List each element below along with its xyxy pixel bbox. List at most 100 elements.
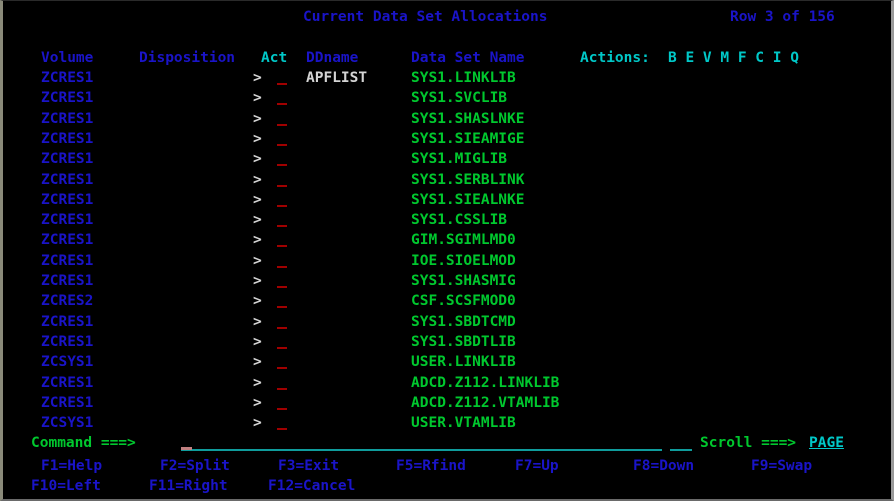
cell-disposition: >: [253, 171, 262, 188]
fkey-f12[interactable]: F12=Cancel: [268, 476, 355, 496]
act-input-field[interactable]: [277, 286, 287, 288]
act-input-field[interactable]: [277, 265, 287, 268]
cell-disposition: >: [253, 191, 262, 208]
scroll-input-underline[interactable]: [670, 449, 692, 451]
cell-volume: ZCRES1: [41, 171, 94, 188]
act-input-field[interactable]: [277, 306, 287, 309]
column-header-ddname: DDname: [306, 50, 359, 66]
act-input-field[interactable]: [277, 428, 287, 431]
act-input-field[interactable]: [277, 83, 287, 85]
cell-disposition: >: [253, 374, 262, 391]
act-input-field[interactable]: [277, 387, 287, 390]
row-indicator: Row 3 of 156: [730, 9, 835, 25]
cell-disposition: >: [253, 252, 262, 269]
cell-data-set-name: SYS1.SHASLNKE: [411, 110, 525, 127]
act-input-field[interactable]: [277, 346, 287, 349]
act-input-field[interactable]: [277, 326, 287, 329]
cell-data-set-name: SYS1.SERBLINK: [411, 171, 525, 188]
function-keys-row-1: F1=Help F2=Split F3=Exit F5=Rfind F7=Up …: [3, 456, 812, 476]
act-input-field[interactable]: [277, 204, 287, 207]
cell-disposition: >: [253, 232, 262, 249]
column-header-row: Volume Disposition Act DDname Data Set N…: [3, 48, 799, 68]
scroll-value[interactable]: PAGE: [809, 433, 844, 453]
cell-volume: ZCRES1: [41, 191, 94, 208]
column-header-volume: Volume: [41, 50, 94, 66]
fkey-f7[interactable]: F7=Up: [515, 456, 559, 476]
cell-disposition: >: [253, 354, 262, 371]
cell-data-set-name: SYS1.SBDTLIB: [411, 333, 516, 350]
fkey-f5[interactable]: F5=Rfind: [396, 456, 466, 476]
fkey-f1[interactable]: F1=Help: [41, 456, 102, 476]
act-input-field[interactable]: [277, 367, 287, 370]
cell-data-set-name: ADCD.Z112.LINKLIB: [411, 374, 560, 391]
cell-data-set-name: USER.LINKLIB: [411, 354, 516, 371]
page-title: Current Data Set Allocations: [303, 9, 548, 25]
cell-disposition: >: [253, 70, 262, 86]
cell-data-set-name: SYS1.SIEAMIGE: [411, 130, 525, 147]
cell-disposition: >: [253, 394, 262, 411]
cell-disposition: >: [253, 151, 262, 168]
fkey-f10[interactable]: F10=Left: [31, 476, 101, 496]
scroll-label: Scroll ===>: [700, 435, 797, 451]
cell-volume: ZCRES1: [41, 90, 94, 107]
cell-disposition: >: [253, 415, 262, 432]
cell-ddname: APFLIST: [306, 70, 368, 86]
cell-data-set-name: CSF.SCSFMOD0: [411, 293, 516, 310]
act-input-field[interactable]: [277, 225, 287, 228]
cell-volume: ZCRES1: [41, 70, 94, 86]
cell-disposition: >: [253, 212, 262, 229]
cell-volume: ZCRES1: [41, 130, 94, 147]
cell-disposition: >: [253, 130, 262, 147]
cell-disposition: >: [253, 293, 262, 310]
column-header-data-set-name: Data Set Name: [411, 50, 525, 66]
cell-disposition: >: [253, 90, 262, 107]
actions-keys: B E V M F C I Q: [668, 50, 799, 66]
cell-data-set-name: ADCD.Z112.VTAMLIB: [411, 394, 560, 411]
cell-disposition: >: [253, 333, 262, 350]
cell-volume: ZCRES1: [41, 151, 94, 168]
cell-volume: ZCRES1: [41, 374, 94, 391]
act-input-field[interactable]: [277, 123, 287, 126]
cell-data-set-name: SYS1.LINKLIB: [411, 70, 516, 86]
cell-data-set-name: SYS1.SIEALNKE: [411, 191, 525, 208]
cell-data-set-name: SYS1.CSSLIB: [411, 212, 508, 229]
fkey-f8[interactable]: F8=Down: [633, 456, 694, 476]
cell-data-set-name: SYS1.MIGLIB: [411, 151, 508, 168]
actions-label: Actions:: [580, 50, 650, 66]
act-input-field[interactable]: [277, 143, 287, 146]
cell-volume: ZCSYS1: [41, 415, 94, 432]
act-input-field[interactable]: [277, 103, 287, 106]
command-line-row: Command ===> Scroll ===> PAGE: [3, 433, 844, 453]
cell-data-set-name: SYS1.SBDTCMD: [411, 313, 516, 330]
cell-volume: ZCRES1: [41, 212, 94, 229]
cell-volume: ZCRES1: [41, 252, 94, 269]
command-label: Command ===>: [31, 435, 136, 451]
cell-disposition: >: [253, 273, 262, 289]
cell-data-set-name: IOE.SIOELMOD: [411, 252, 516, 269]
fkey-f9[interactable]: F9=Swap: [751, 456, 812, 476]
cell-data-set-name: USER.VTAMLIB: [411, 415, 516, 432]
act-input-field[interactable]: [277, 245, 287, 248]
title-row: Current Data Set Allocations Row 3 of 15…: [3, 7, 835, 27]
command-input[interactable]: [181, 449, 662, 451]
act-input-field[interactable]: [277, 184, 287, 187]
cell-disposition: >: [253, 313, 262, 330]
cell-volume: ZCRES1: [41, 232, 94, 249]
cell-volume: ZCRES2: [41, 293, 94, 310]
command-cursor: [181, 447, 192, 450]
cell-data-set-name: GIM.SGIMLMD0: [411, 232, 516, 249]
fkey-f11[interactable]: F11=Right: [149, 476, 228, 496]
cell-volume: ZCRES1: [41, 313, 94, 330]
terminal-screen: Current Data Set Allocations Row 3 of 15…: [0, 0, 894, 501]
fkey-f2[interactable]: F2=Split: [160, 456, 230, 476]
act-input-field[interactable]: [277, 407, 287, 410]
function-keys-row-2: F10=Left F11=Right F12=Cancel: [3, 476, 355, 496]
cell-disposition: >: [253, 110, 262, 127]
fkey-f3[interactable]: F3=Exit: [278, 456, 339, 476]
column-header-act: Act: [261, 50, 288, 66]
cell-volume: ZCRES1: [41, 333, 94, 350]
column-header-disposition: Disposition: [139, 50, 236, 66]
act-input-field[interactable]: [277, 164, 287, 167]
cell-volume: ZCSYS1: [41, 354, 94, 371]
cell-volume: ZCRES1: [41, 110, 94, 127]
